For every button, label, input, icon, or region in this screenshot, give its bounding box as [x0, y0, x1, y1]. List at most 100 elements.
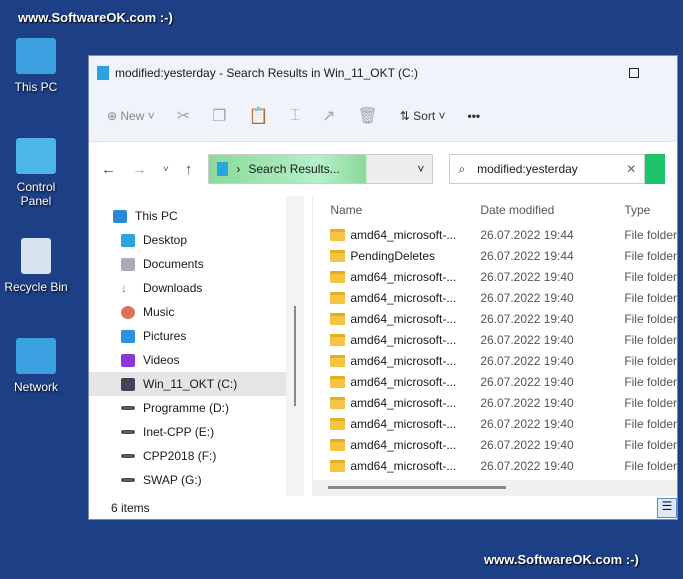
desktop-icon-this-pc[interactable]: This PC: [0, 38, 72, 94]
sidebar-item-pictures[interactable]: Pictures: [89, 324, 292, 348]
maximize-button[interactable]: [629, 68, 639, 78]
sidebar-item-drive-g[interactable]: SWAP (G:): [89, 468, 292, 492]
folder-icon: [330, 375, 346, 388]
sidebar-item-desktop[interactable]: Desktop: [89, 228, 292, 252]
label: Pictures: [143, 329, 187, 343]
date-cell: 26.07.2022 19:40: [480, 269, 574, 284]
new-label: New: [120, 108, 145, 123]
address-row: ← → ˅ ↑ › Search Results... ˅ ⌕ modified…: [89, 142, 677, 196]
table-row[interactable]: amd64_microsoft-... 26.07.2022 19:40 File …: [313, 350, 677, 371]
table-row[interactable]: amd64_microsoft-... 26.07.2022 19:40 File …: [313, 434, 677, 455]
file-name: amd64_microsoft-...: [350, 458, 457, 473]
table-row[interactable]: amd64_microsoft-... 26.07.2022 19:40 File …: [313, 413, 677, 434]
sidebar-item-drive-f[interactable]: CPP2018 (F:): [89, 444, 292, 468]
back-button[interactable]: ←: [101, 161, 116, 178]
label: Music: [143, 305, 175, 319]
column-date[interactable]: Date modified: [480, 203, 624, 217]
table-row[interactable]: amd64_microsoft-... 26.07.2022 19:40 File …: [313, 308, 677, 329]
date-cell: 26.07.2022 19:44: [480, 227, 574, 242]
table-row[interactable]: amd64_microsoft-... 26.07.2022 19:44 File …: [313, 224, 677, 245]
table-row[interactable]: amd64_microsoft-... 26.07.2022 19:40 File …: [313, 455, 677, 476]
item-count: 6 items: [111, 501, 150, 515]
monitor-icon: [16, 38, 56, 74]
up-button[interactable]: ↑: [185, 161, 193, 178]
date-cell: 26.07.2022 19:40: [480, 437, 574, 452]
search-input[interactable]: ⌕ modified:yesterday ✕: [449, 154, 646, 184]
horizontal-scrollbar[interactable]: [313, 480, 677, 496]
address-bar[interactable]: › Search Results... ˅: [208, 154, 434, 184]
table-row[interactable]: amd64_microsoft-... 26.07.2022 19:40 File …: [313, 266, 677, 287]
name-cell: amd64_microsoft-...: [330, 375, 480, 389]
file-name: amd64_microsoft-...: [350, 269, 457, 284]
details-view-button[interactable]: ☰: [657, 498, 677, 518]
desktop-icon-control-panel[interactable]: Control Panel: [0, 138, 72, 208]
table-row[interactable]: amd64_microsoft-... 26.07.2022 19:40 File …: [313, 287, 677, 308]
table-row[interactable]: amd64_microsoft-... 26.07.2022 19:40 File …: [313, 329, 677, 350]
type-cell: File folder: [624, 437, 677, 452]
column-type[interactable]: Type: [624, 203, 650, 217]
file-name: amd64_microsoft-...: [350, 374, 457, 389]
drive-icon: [121, 454, 135, 458]
search-icon: ⌕: [458, 161, 466, 176]
drive-icon: [121, 377, 135, 391]
date-cell: 26.07.2022 19:40: [480, 332, 574, 347]
column-name[interactable]: Name: [330, 203, 480, 217]
watermark-bottom: www.SoftwareOK.com :-): [484, 552, 639, 567]
type-cell: File folder: [624, 269, 677, 284]
rename-icon[interactable]: ⌶: [290, 107, 300, 125]
copy-icon[interactable]: ❐: [212, 106, 226, 126]
desktop-icon-network[interactable]: Network: [0, 338, 72, 394]
name-cell: amd64_microsoft-...: [330, 333, 480, 347]
folder-icon: [330, 249, 346, 262]
sort-button[interactable]: ⇅ Sort ˅: [400, 109, 446, 123]
label: Recycle Bin: [4, 280, 68, 294]
network-icon: [16, 338, 56, 374]
folder-icon: [330, 270, 346, 283]
type-cell: File folder: [624, 395, 677, 410]
sidebar-item-documents[interactable]: Documents: [89, 252, 292, 276]
type-cell: File folder: [624, 416, 677, 431]
file-name: PendingDeletes: [350, 248, 436, 263]
date-cell: 26.07.2022 19:40: [480, 374, 574, 389]
share-icon[interactable]: ↗: [322, 106, 335, 126]
download-icon: ↓: [121, 281, 127, 295]
recent-dropdown[interactable]: ˅: [163, 164, 169, 175]
table-row[interactable]: amd64_microsoft-... 26.07.2022 19:40 File …: [313, 392, 677, 413]
sidebar-item-downloads[interactable]: ↓ Downloads: [89, 276, 292, 300]
name-cell: amd64_microsoft-...: [330, 459, 480, 473]
column-headers: Name Date modified Type: [313, 196, 677, 224]
pictures-icon: [121, 329, 135, 343]
name-cell: amd64_microsoft-...: [330, 354, 480, 368]
clear-search-button[interactable]: ✕: [626, 162, 636, 176]
name-cell: amd64_microsoft-...: [330, 312, 480, 326]
more-button[interactable]: •••: [468, 109, 481, 123]
cut-icon[interactable]: ✂: [177, 106, 190, 126]
sidebar-item-videos[interactable]: Videos: [89, 348, 292, 372]
new-button[interactable]: ⊕ New ˅: [107, 109, 155, 123]
name-cell: amd64_microsoft-...: [330, 417, 480, 431]
type-cell: File folder: [624, 248, 677, 263]
search-go-button[interactable]: [645, 154, 666, 184]
sidebar-item-music[interactable]: Music: [89, 300, 292, 324]
table-row[interactable]: PendingDeletes 26.07.2022 19:44 File folde…: [313, 245, 677, 266]
forward-button[interactable]: →: [132, 161, 147, 178]
sidebar-item-this-pc[interactable]: This PC: [89, 204, 292, 228]
sidebar-scrollbar[interactable]: [286, 196, 305, 496]
file-name: amd64_microsoft-...: [350, 311, 457, 326]
label: This PC: [14, 80, 58, 94]
file-name: amd64_microsoft-...: [350, 395, 457, 410]
label: SWAP (G:): [143, 473, 202, 487]
chevron-down-icon[interactable]: ˅: [417, 162, 424, 176]
folder-icon: [330, 312, 346, 325]
paste-icon[interactable]: 📋: [249, 106, 269, 126]
label: Programme (D:): [143, 401, 230, 415]
folder-icon: [330, 417, 346, 430]
name-cell: amd64_microsoft-...: [330, 270, 480, 284]
sidebar-item-drive-d[interactable]: Programme (D:): [89, 396, 292, 420]
sidebar-item-drive-e[interactable]: Inet-CPP (E:): [89, 420, 292, 444]
sidebar-item-drive-c[interactable]: Win_11_OKT (C:): [89, 372, 293, 396]
chevron-right-icon: ›: [236, 162, 241, 176]
delete-icon[interactable]: 🗑: [357, 106, 377, 126]
desktop-icon-recycle-bin[interactable]: Recycle Bin: [0, 238, 72, 294]
table-row[interactable]: amd64_microsoft-... 26.07.2022 19:40 File …: [313, 371, 677, 392]
